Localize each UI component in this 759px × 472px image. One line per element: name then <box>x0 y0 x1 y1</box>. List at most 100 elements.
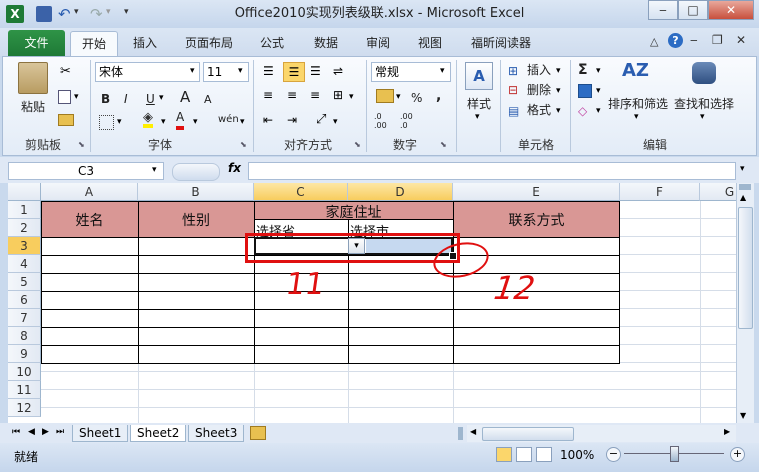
grow-font-button[interactable]: A <box>180 87 190 107</box>
autosum-button[interactable]: Σ <box>578 60 588 80</box>
column-header-c[interactable]: C <box>254 183 348 201</box>
format-painter-icon[interactable] <box>58 114 74 126</box>
format-cells-icon[interactable]: ▤ <box>508 104 519 118</box>
increase-indent-icon[interactable]: ⇥ <box>287 113 297 127</box>
sheet-tab-sheet3[interactable]: Sheet3 <box>188 425 245 442</box>
expand-formula-bar-icon[interactable]: ▾ <box>740 164 745 174</box>
delete-dropdown-icon[interactable]: ▾ <box>556 86 561 96</box>
tab-data[interactable]: 数据 <box>306 31 346 55</box>
alignment-launcher-icon[interactable]: ⬊ <box>354 140 361 149</box>
borders-dropdown-icon[interactable]: ▾ <box>117 117 122 127</box>
align-center-icon[interactable]: ≡ <box>287 88 297 102</box>
styles-dropdown-icon[interactable]: ▾ <box>475 112 480 122</box>
zoom-slider-thumb[interactable] <box>670 446 679 462</box>
column-header-g[interactable]: G <box>700 183 736 201</box>
formula-bar-resize-handle[interactable] <box>172 163 220 181</box>
tab-file[interactable]: 文件 <box>8 30 65 56</box>
align-left-icon[interactable]: ≡ <box>263 88 273 102</box>
horizontal-scroll-thumb[interactable] <box>482 427 574 441</box>
font-name-combo[interactable]: 宋体 <box>95 62 200 82</box>
phonetic-button[interactable]: wén <box>218 110 239 130</box>
orientation-dropdown-icon[interactable]: ▾ <box>333 117 338 127</box>
italic-button[interactable]: I <box>124 89 128 109</box>
scroll-right-icon[interactable]: ▶ <box>724 427 730 436</box>
font-size-dropdown-icon[interactable]: ▾ <box>238 66 243 76</box>
minimize-button[interactable]: ‒ <box>648 0 678 20</box>
paste-icon[interactable] <box>18 62 48 94</box>
insert-dropdown-icon[interactable]: ▾ <box>556 66 561 76</box>
doc-restore-icon[interactable]: ❐ <box>712 33 723 47</box>
currency-dropdown-icon[interactable]: ▾ <box>396 92 401 102</box>
split-box-icon[interactable] <box>739 184 751 190</box>
autosum-dropdown-icon[interactable]: ▾ <box>596 66 601 76</box>
find-select-icon[interactable] <box>692 62 716 84</box>
worksheet-grid[interactable]: A B C D E F G 1 2 3 4 5 6 7 8 9 10 11 12… <box>8 183 736 423</box>
underline-button[interactable]: U <box>146 89 155 109</box>
font-color-dropdown-icon[interactable]: ▾ <box>193 117 198 127</box>
row-header-10[interactable]: 10 <box>8 363 41 381</box>
tab-home[interactable]: 开始 <box>70 31 118 56</box>
row-header-2[interactable]: 2 <box>8 219 41 237</box>
row-header-12[interactable]: 12 <box>8 399 41 417</box>
clipboard-launcher-icon[interactable]: ⬊ <box>78 140 85 149</box>
align-top-icon[interactable]: ☰ <box>263 64 274 78</box>
fill-color-dropdown-icon[interactable]: ▾ <box>161 117 166 127</box>
fill-color-icon[interactable]: ◈ <box>143 111 153 128</box>
row-header-4[interactable]: 4 <box>8 255 41 273</box>
row-header-3[interactable]: 3 <box>8 237 41 255</box>
minimize-ribbon-icon[interactable]: △ <box>650 35 658 48</box>
clear-dropdown-icon[interactable]: ▾ <box>596 106 601 116</box>
number-format-combo[interactable]: 常规 <box>371 62 451 82</box>
insert-sheet-icon[interactable] <box>250 426 266 440</box>
formula-input[interactable] <box>248 162 736 180</box>
comma-button[interactable]: , <box>436 86 441 106</box>
tab-insert[interactable]: 插入 <box>122 31 168 55</box>
column-header-a[interactable]: A <box>41 183 138 201</box>
percent-button[interactable]: % <box>411 88 422 108</box>
zoom-level[interactable]: 100% <box>560 448 594 462</box>
prev-sheet-icon[interactable]: ◀ <box>28 427 35 437</box>
row-header-11[interactable]: 11 <box>8 381 41 399</box>
styles-button[interactable]: 样式 <box>464 94 494 114</box>
sort-filter-button[interactable]: 排序和筛选 <box>606 94 670 114</box>
maximize-button[interactable]: □ <box>678 0 708 20</box>
fill-icon[interactable] <box>578 84 592 98</box>
orientation-icon[interactable]: ⤢ <box>316 112 326 127</box>
paste-button[interactable]: 粘贴 <box>18 97 48 117</box>
phonetic-dropdown-icon[interactable]: ▾ <box>240 117 245 127</box>
clear-icon[interactable]: ◇ <box>578 104 587 118</box>
scroll-left-icon[interactable]: ◀ <box>470 427 476 436</box>
shrink-font-button[interactable]: A <box>204 90 212 110</box>
font-launcher-icon[interactable]: ⬊ <box>240 140 247 149</box>
help-icon[interactable]: ? <box>668 33 683 48</box>
decrease-indent-icon[interactable]: ⇤ <box>263 113 273 127</box>
copy-dropdown-icon[interactable]: ▾ <box>74 92 79 102</box>
insert-cells-icon[interactable]: ⊞ <box>508 64 518 78</box>
zoom-out-icon[interactable]: − <box>606 447 621 462</box>
find-select-dropdown-icon[interactable]: ▾ <box>700 112 705 122</box>
page-break-view-icon[interactable] <box>536 447 552 462</box>
column-header-e[interactable]: E <box>453 183 620 201</box>
merge-dropdown-icon[interactable]: ▾ <box>349 92 354 102</box>
sheet-tab-sheet2[interactable]: Sheet2 <box>130 425 187 442</box>
tab-view[interactable]: 视图 <box>410 31 450 55</box>
align-right-icon[interactable]: ≡ <box>310 88 320 102</box>
tab-formulas[interactable]: 公式 <box>252 31 292 55</box>
align-middle-icon[interactable]: ☰ <box>283 62 305 82</box>
format-cells-button[interactable]: 格式 <box>527 100 551 120</box>
bold-button[interactable]: B <box>101 89 110 109</box>
borders-icon[interactable] <box>99 115 114 130</box>
number-format-dropdown-icon[interactable]: ▾ <box>440 66 445 76</box>
wrap-text-icon[interactable]: ⇌ <box>333 64 343 78</box>
scroll-down-icon[interactable]: ▼ <box>740 411 746 420</box>
next-sheet-icon[interactable]: ▶ <box>42 427 49 437</box>
decrease-decimal-button[interactable]: .00 .0 <box>400 112 422 130</box>
increase-decimal-button[interactable]: .0 .00 <box>374 112 396 130</box>
insert-cells-button[interactable]: 插入 <box>527 60 551 80</box>
name-box-dropdown-icon[interactable]: ▾ <box>152 165 157 175</box>
page-layout-view-icon[interactable] <box>516 447 532 462</box>
merge-center-icon[interactable]: ⊞ <box>333 88 343 102</box>
row-header-9[interactable]: 9 <box>8 345 41 363</box>
doc-close-icon[interactable]: ✕ <box>736 33 746 47</box>
font-color-button[interactable]: A <box>176 108 185 130</box>
